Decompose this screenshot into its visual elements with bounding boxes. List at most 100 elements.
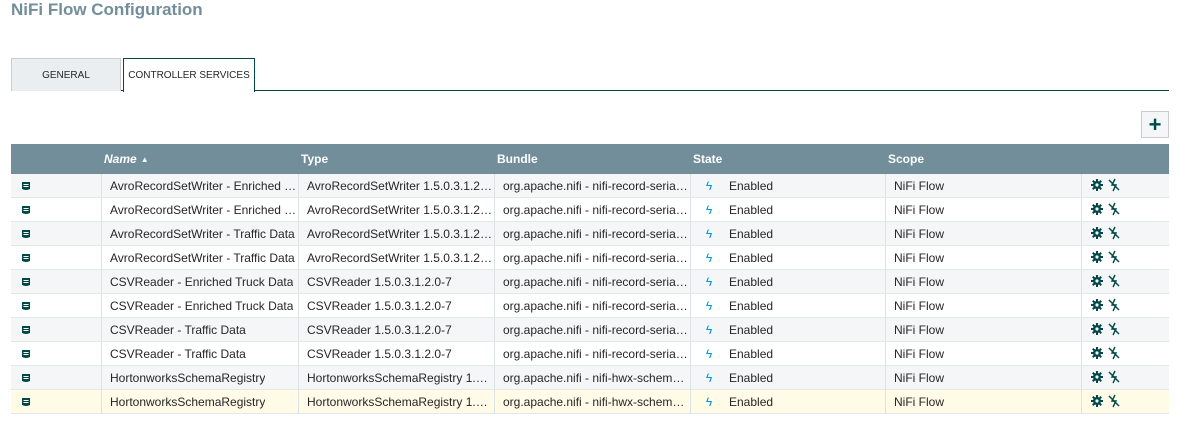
gear-icon[interactable] xyxy=(1090,202,1107,219)
row-name: AvroRecordSetWriter - Enriched Truck Dat… xyxy=(101,198,298,222)
lightning-bolt-icon: ϟ xyxy=(705,299,713,313)
row-scope: NiFi Flow xyxy=(885,294,1081,318)
controller-service-icon[interactable] xyxy=(11,318,101,342)
controller-service-icon[interactable] xyxy=(11,270,101,294)
table-row[interactable]: CSVReader - Enriched Truck Data CSVReader… xyxy=(11,294,1169,318)
row-scope: NiFi Flow xyxy=(885,270,1081,294)
tab-general[interactable]: GENERAL xyxy=(11,58,121,91)
disable-icon[interactable] xyxy=(1107,298,1124,315)
row-state: ϟ Enabled xyxy=(690,390,885,414)
row-type: AvroRecordSetWriter 1.5.0.3.1.2.0-7 xyxy=(298,222,494,246)
row-type: AvroRecordSetWriter 1.5.0.3.1.2.0-7 xyxy=(298,246,494,270)
controller-service-icon[interactable] xyxy=(11,294,101,318)
disable-icon[interactable] xyxy=(1107,226,1124,243)
row-type: AvroRecordSetWriter 1.5.0.3.1.2.0-7 xyxy=(298,174,494,198)
table-row[interactable]: AvroRecordSetWriter - Enriched Truck Dat… xyxy=(11,198,1169,222)
row-type: CSVReader 1.5.0.3.1.2.0-7 xyxy=(298,270,494,294)
row-name: HortonworksSchemaRegistry xyxy=(101,366,298,390)
disable-icon[interactable] xyxy=(1107,322,1124,339)
row-scope: NiFi Flow xyxy=(885,342,1081,366)
disable-icon[interactable] xyxy=(1107,250,1124,267)
row-bundle: org.apache.nifi - nifi-record-serializat… xyxy=(494,318,690,342)
row-name: CSVReader - Enriched Truck Data xyxy=(101,294,298,318)
controller-service-icon[interactable] xyxy=(11,246,101,270)
gear-icon[interactable] xyxy=(1090,370,1107,387)
row-actions xyxy=(1081,366,1169,390)
row-type: CSVReader 1.5.0.3.1.2.0-7 xyxy=(298,294,494,318)
row-scope: NiFi Flow xyxy=(885,246,1081,270)
gear-icon[interactable] xyxy=(1090,274,1107,291)
row-bundle: org.apache.nifi - nifi-record-serializat… xyxy=(494,294,690,318)
row-state: ϟ Enabled xyxy=(690,174,885,198)
controller-service-icon[interactable] xyxy=(11,366,101,390)
row-bundle: org.apache.nifi - nifi-hwx-schema-regist… xyxy=(494,366,690,390)
row-actions xyxy=(1081,198,1169,222)
column-header-bundle[interactable]: Bundle xyxy=(497,144,538,174)
controller-services-table: Name ▲ Type Bundle State Scope AvroRecord… xyxy=(11,144,1169,414)
gear-icon[interactable] xyxy=(1090,226,1107,243)
row-name: CSVReader - Traffic Data xyxy=(101,318,298,342)
row-scope: NiFi Flow xyxy=(885,366,1081,390)
disable-icon[interactable] xyxy=(1107,202,1124,219)
row-state: ϟ Enabled xyxy=(690,294,885,318)
row-bundle: org.apache.nifi - nifi-record-serializat… xyxy=(494,222,690,246)
row-actions xyxy=(1081,318,1169,342)
row-state: ϟ Enabled xyxy=(690,342,885,366)
controller-service-icon[interactable] xyxy=(11,342,101,366)
row-state: ϟ Enabled xyxy=(690,366,885,390)
table-row[interactable]: AvroRecordSetWriter - Traffic Data AvroRe… xyxy=(11,222,1169,246)
row-actions xyxy=(1081,174,1169,198)
lightning-bolt-icon: ϟ xyxy=(705,179,713,193)
gear-icon[interactable] xyxy=(1090,250,1107,267)
gear-icon[interactable] xyxy=(1090,394,1107,411)
row-actions xyxy=(1081,390,1169,414)
row-scope: NiFi Flow xyxy=(885,174,1081,198)
disable-icon[interactable] xyxy=(1107,178,1124,195)
gear-icon[interactable] xyxy=(1090,178,1107,195)
disable-icon[interactable] xyxy=(1107,346,1124,363)
table-header: Name ▲ Type Bundle State Scope xyxy=(11,144,1169,174)
table-row[interactable]: CSVReader - Traffic Data CSVReader 1.5.0.… xyxy=(11,318,1169,342)
row-bundle: org.apache.nifi - nifi-record-serializat… xyxy=(494,174,690,198)
row-name: AvroRecordSetWriter - Enriched Truck Dat… xyxy=(101,174,298,198)
row-scope: NiFi Flow xyxy=(885,222,1081,246)
row-name: HortonworksSchemaRegistry xyxy=(101,390,298,414)
row-type: HortonworksSchemaRegistry 1.5.0.3.1.2.0-… xyxy=(298,366,494,390)
table-row[interactable]: HortonworksSchemaRegistry HortonworksSche… xyxy=(11,390,1169,414)
controller-service-icon[interactable] xyxy=(11,222,101,246)
gear-icon[interactable] xyxy=(1090,298,1107,315)
disable-icon[interactable] xyxy=(1107,394,1124,411)
table-row[interactable]: AvroRecordSetWriter - Traffic Data AvroRe… xyxy=(11,246,1169,270)
row-state: ϟ Enabled xyxy=(690,270,885,294)
gear-icon[interactable] xyxy=(1090,322,1107,339)
column-header-type[interactable]: Type xyxy=(301,144,328,174)
table-row[interactable]: CSVReader - Traffic Data CSVReader 1.5.0.… xyxy=(11,342,1169,366)
row-name: CSVReader - Enriched Truck Data xyxy=(101,270,298,294)
table-row[interactable]: CSVReader - Enriched Truck Data CSVReader… xyxy=(11,270,1169,294)
row-bundle: org.apache.nifi - nifi-record-serializat… xyxy=(494,246,690,270)
row-bundle: org.apache.nifi - nifi-record-serializat… xyxy=(494,342,690,366)
gear-icon[interactable] xyxy=(1090,346,1107,363)
tab-bar: GENERAL CONTROLLER SERVICES xyxy=(11,58,1169,92)
lightning-bolt-icon: ϟ xyxy=(705,275,713,289)
disable-icon[interactable] xyxy=(1107,274,1124,291)
row-actions xyxy=(1081,294,1169,318)
column-header-scope[interactable]: Scope xyxy=(888,144,924,174)
controller-service-icon[interactable] xyxy=(11,198,101,222)
row-name: AvroRecordSetWriter - Traffic Data xyxy=(101,246,298,270)
row-state: ϟ Enabled xyxy=(690,246,885,270)
row-actions xyxy=(1081,246,1169,270)
tab-controller-services[interactable]: CONTROLLER SERVICES xyxy=(123,58,255,92)
column-header-name[interactable]: Name ▲ xyxy=(104,144,149,174)
page-title: NiFi Flow Configuration xyxy=(11,0,203,19)
add-controller-service-button[interactable]: + xyxy=(1141,111,1169,138)
controller-service-icon[interactable] xyxy=(11,390,101,414)
row-bundle: org.apache.nifi - nifi-record-serializat… xyxy=(494,198,690,222)
disable-icon[interactable] xyxy=(1107,370,1124,387)
table-row[interactable]: AvroRecordSetWriter - Enriched Truck Dat… xyxy=(11,174,1169,198)
column-header-state[interactable]: State xyxy=(693,144,722,174)
controller-service-icon[interactable] xyxy=(11,174,101,198)
row-bundle: org.apache.nifi - nifi-hwx-schema-regist… xyxy=(494,390,690,414)
sort-ascending-icon: ▲ xyxy=(140,154,149,164)
table-row[interactable]: HortonworksSchemaRegistry HortonworksSche… xyxy=(11,366,1169,390)
